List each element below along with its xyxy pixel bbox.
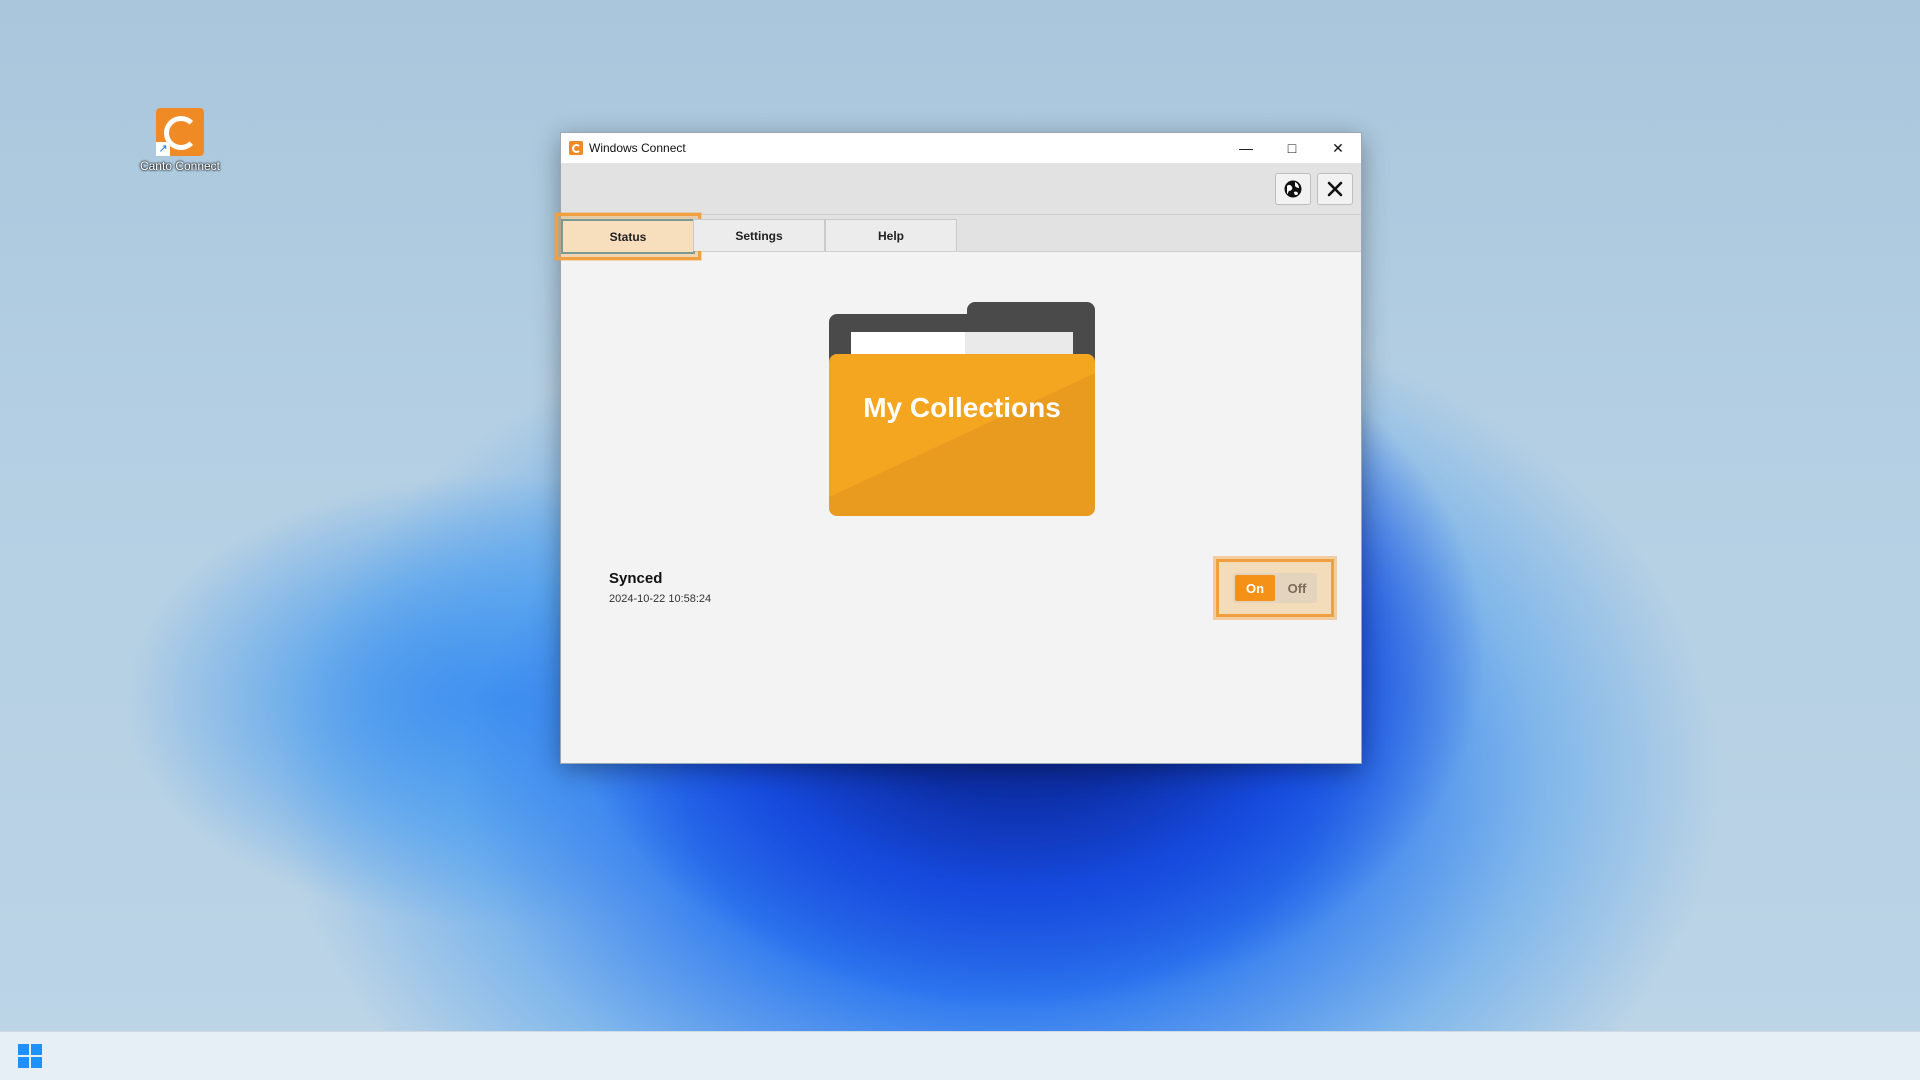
- web-button[interactable]: [1275, 173, 1311, 205]
- sync-timestamp: 2024-10-22 10:58:24: [609, 593, 712, 605]
- taskbar: [0, 1031, 1920, 1080]
- my-collections-folder[interactable]: My Collections: [829, 302, 1095, 516]
- sync-toggle[interactable]: On Off: [1233, 573, 1317, 603]
- sync-toggle-highlight: On Off: [1216, 559, 1334, 617]
- windows-logo-icon: [18, 1044, 29, 1055]
- title-bar[interactable]: Windows Connect — □ ✕: [561, 133, 1361, 164]
- folder-icon: My Collections: [829, 354, 1095, 516]
- tab-status[interactable]: Status: [555, 213, 701, 260]
- globe-icon: [1284, 180, 1302, 198]
- start-button[interactable]: [18, 1044, 42, 1068]
- window-title: Windows Connect: [589, 141, 686, 155]
- close-panel-button[interactable]: [1317, 173, 1353, 205]
- minimize-button[interactable]: —: [1223, 133, 1269, 163]
- desktop: ↗ Canto Connect Windows Connect — □ ✕ St…: [0, 0, 1920, 1080]
- tab-help[interactable]: Help: [825, 219, 957, 251]
- app-logo-icon: [569, 141, 583, 155]
- toolbar: [561, 164, 1361, 215]
- shortcut-arrow-icon: ↗: [156, 142, 170, 156]
- tab-bar: Status Settings Help: [555, 213, 1361, 260]
- toggle-on-option[interactable]: On: [1235, 575, 1275, 601]
- sync-status-title: Synced: [609, 570, 663, 587]
- toggle-off-option[interactable]: Off: [1277, 573, 1317, 603]
- status-panel: My Collections Synced 2024-10-22 10:58:2…: [561, 252, 1361, 763]
- sync-status: Synced 2024-10-22 10:58:24: [609, 570, 711, 605]
- close-window-button[interactable]: ✕: [1315, 133, 1361, 163]
- close-icon: [1327, 181, 1343, 197]
- desktop-shortcut-canto-connect[interactable]: ↗ Canto Connect: [138, 108, 222, 173]
- desktop-shortcut-label: Canto Connect: [139, 159, 221, 173]
- tab-settings[interactable]: Settings: [693, 219, 825, 251]
- maximize-button[interactable]: □: [1269, 133, 1315, 163]
- canto-connect-icon: ↗: [156, 108, 204, 156]
- folder-label: My Collections: [863, 392, 1061, 423]
- app-window: Windows Connect — □ ✕ Status Settings He…: [555, 132, 1362, 764]
